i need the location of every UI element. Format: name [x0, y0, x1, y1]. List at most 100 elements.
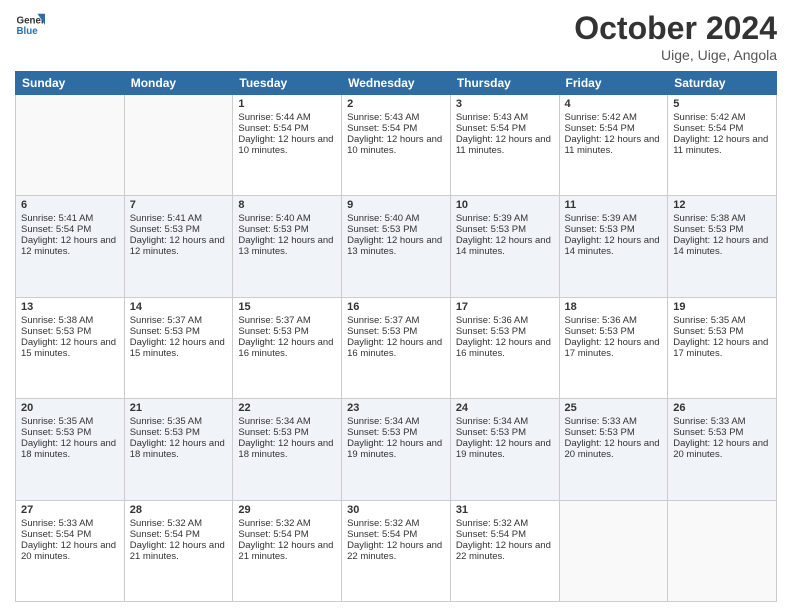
sunrise-text: Sunrise: 5:39 AM	[565, 213, 663, 224]
calendar-cell: 23Sunrise: 5:34 AMSunset: 5:53 PMDayligh…	[342, 399, 451, 500]
day-number: 14	[130, 301, 228, 313]
calendar-cell: 28Sunrise: 5:32 AMSunset: 5:54 PMDayligh…	[124, 500, 233, 601]
sunrise-text: Sunrise: 5:43 AM	[456, 112, 554, 123]
sunset-text: Sunset: 5:53 PM	[565, 427, 663, 438]
day-number: 18	[565, 301, 663, 313]
day-number: 30	[347, 504, 445, 516]
sunset-text: Sunset: 5:53 PM	[673, 427, 771, 438]
sunrise-text: Sunrise: 5:37 AM	[130, 315, 228, 326]
calendar-cell: 29Sunrise: 5:32 AMSunset: 5:54 PMDayligh…	[233, 500, 342, 601]
daylight-text: Daylight: 12 hours and 15 minutes.	[130, 337, 228, 359]
weekday-header-cell: Thursday	[450, 72, 559, 95]
calendar-row: 13Sunrise: 5:38 AMSunset: 5:53 PMDayligh…	[16, 297, 777, 398]
calendar-cell: 27Sunrise: 5:33 AMSunset: 5:54 PMDayligh…	[16, 500, 125, 601]
calendar-cell: 10Sunrise: 5:39 AMSunset: 5:53 PMDayligh…	[450, 196, 559, 297]
location-title: Uige, Uige, Angola	[574, 47, 777, 63]
sunset-text: Sunset: 5:54 PM	[456, 123, 554, 134]
sunrise-text: Sunrise: 5:36 AM	[565, 315, 663, 326]
sunrise-text: Sunrise: 5:37 AM	[238, 315, 336, 326]
sunrise-text: Sunrise: 5:33 AM	[21, 518, 119, 529]
daylight-text: Daylight: 12 hours and 13 minutes.	[347, 235, 445, 257]
day-number: 11	[565, 199, 663, 211]
daylight-text: Daylight: 12 hours and 17 minutes.	[565, 337, 663, 359]
daylight-text: Daylight: 12 hours and 21 minutes.	[238, 540, 336, 562]
weekday-header-cell: Wednesday	[342, 72, 451, 95]
day-number: 23	[347, 402, 445, 414]
sunset-text: Sunset: 5:53 PM	[347, 326, 445, 337]
sunrise-text: Sunrise: 5:35 AM	[673, 315, 771, 326]
daylight-text: Daylight: 12 hours and 17 minutes.	[673, 337, 771, 359]
month-title: October 2024	[574, 10, 777, 47]
calendar-cell: 21Sunrise: 5:35 AMSunset: 5:53 PMDayligh…	[124, 399, 233, 500]
day-number: 25	[565, 402, 663, 414]
calendar-cell: 17Sunrise: 5:36 AMSunset: 5:53 PMDayligh…	[450, 297, 559, 398]
weekday-header-cell: Saturday	[668, 72, 777, 95]
sunset-text: Sunset: 5:53 PM	[456, 326, 554, 337]
day-number: 26	[673, 402, 771, 414]
page-container: General Blue October 2024 Uige, Uige, An…	[0, 0, 792, 612]
day-number: 7	[130, 199, 228, 211]
sunrise-text: Sunrise: 5:32 AM	[347, 518, 445, 529]
sunrise-text: Sunrise: 5:35 AM	[21, 416, 119, 427]
calendar-cell	[124, 95, 233, 196]
sunset-text: Sunset: 5:53 PM	[130, 326, 228, 337]
calendar-cell: 11Sunrise: 5:39 AMSunset: 5:53 PMDayligh…	[559, 196, 668, 297]
sunrise-text: Sunrise: 5:38 AM	[673, 213, 771, 224]
sunset-text: Sunset: 5:53 PM	[347, 224, 445, 235]
day-number: 8	[238, 199, 336, 211]
sunset-text: Sunset: 5:54 PM	[673, 123, 771, 134]
sunset-text: Sunset: 5:54 PM	[238, 123, 336, 134]
sunrise-text: Sunrise: 5:39 AM	[456, 213, 554, 224]
calendar-cell	[16, 95, 125, 196]
calendar-cell: 24Sunrise: 5:34 AMSunset: 5:53 PMDayligh…	[450, 399, 559, 500]
day-number: 5	[673, 98, 771, 110]
sunrise-text: Sunrise: 5:34 AM	[456, 416, 554, 427]
sunrise-text: Sunrise: 5:32 AM	[130, 518, 228, 529]
weekday-header-row: SundayMondayTuesdayWednesdayThursdayFrid…	[16, 72, 777, 95]
daylight-text: Daylight: 12 hours and 18 minutes.	[130, 438, 228, 460]
day-number: 12	[673, 199, 771, 211]
sunrise-text: Sunrise: 5:36 AM	[456, 315, 554, 326]
calendar-cell: 30Sunrise: 5:32 AMSunset: 5:54 PMDayligh…	[342, 500, 451, 601]
calendar-cell: 9Sunrise: 5:40 AMSunset: 5:53 PMDaylight…	[342, 196, 451, 297]
day-number: 6	[21, 199, 119, 211]
sunset-text: Sunset: 5:53 PM	[565, 224, 663, 235]
sunset-text: Sunset: 5:54 PM	[565, 123, 663, 134]
sunrise-text: Sunrise: 5:37 AM	[347, 315, 445, 326]
sunrise-text: Sunrise: 5:33 AM	[673, 416, 771, 427]
calendar-cell: 2Sunrise: 5:43 AMSunset: 5:54 PMDaylight…	[342, 95, 451, 196]
sunrise-text: Sunrise: 5:34 AM	[347, 416, 445, 427]
calendar-cell: 7Sunrise: 5:41 AMSunset: 5:53 PMDaylight…	[124, 196, 233, 297]
sunset-text: Sunset: 5:53 PM	[238, 224, 336, 235]
sunrise-text: Sunrise: 5:42 AM	[673, 112, 771, 123]
header: General Blue October 2024 Uige, Uige, An…	[15, 10, 777, 63]
calendar-cell: 15Sunrise: 5:37 AMSunset: 5:53 PMDayligh…	[233, 297, 342, 398]
day-number: 21	[130, 402, 228, 414]
sunset-text: Sunset: 5:53 PM	[347, 427, 445, 438]
svg-text:Blue: Blue	[17, 26, 39, 37]
sunrise-text: Sunrise: 5:35 AM	[130, 416, 228, 427]
day-number: 15	[238, 301, 336, 313]
sunset-text: Sunset: 5:53 PM	[673, 326, 771, 337]
daylight-text: Daylight: 12 hours and 13 minutes.	[238, 235, 336, 257]
calendar-row: 6Sunrise: 5:41 AMSunset: 5:54 PMDaylight…	[16, 196, 777, 297]
calendar-cell: 22Sunrise: 5:34 AMSunset: 5:53 PMDayligh…	[233, 399, 342, 500]
sunset-text: Sunset: 5:53 PM	[130, 224, 228, 235]
daylight-text: Daylight: 12 hours and 11 minutes.	[673, 134, 771, 156]
calendar-cell: 8Sunrise: 5:40 AMSunset: 5:53 PMDaylight…	[233, 196, 342, 297]
sunrise-text: Sunrise: 5:38 AM	[21, 315, 119, 326]
day-number: 3	[456, 98, 554, 110]
sunset-text: Sunset: 5:53 PM	[21, 326, 119, 337]
daylight-text: Daylight: 12 hours and 21 minutes.	[130, 540, 228, 562]
sunset-text: Sunset: 5:54 PM	[347, 123, 445, 134]
day-number: 31	[456, 504, 554, 516]
sunrise-text: Sunrise: 5:40 AM	[347, 213, 445, 224]
calendar-cell: 19Sunrise: 5:35 AMSunset: 5:53 PMDayligh…	[668, 297, 777, 398]
sunrise-text: Sunrise: 5:41 AM	[130, 213, 228, 224]
daylight-text: Daylight: 12 hours and 11 minutes.	[565, 134, 663, 156]
daylight-text: Daylight: 12 hours and 20 minutes.	[565, 438, 663, 460]
sunset-text: Sunset: 5:53 PM	[21, 427, 119, 438]
daylight-text: Daylight: 12 hours and 16 minutes.	[456, 337, 554, 359]
sunset-text: Sunset: 5:54 PM	[456, 529, 554, 540]
sunrise-text: Sunrise: 5:43 AM	[347, 112, 445, 123]
